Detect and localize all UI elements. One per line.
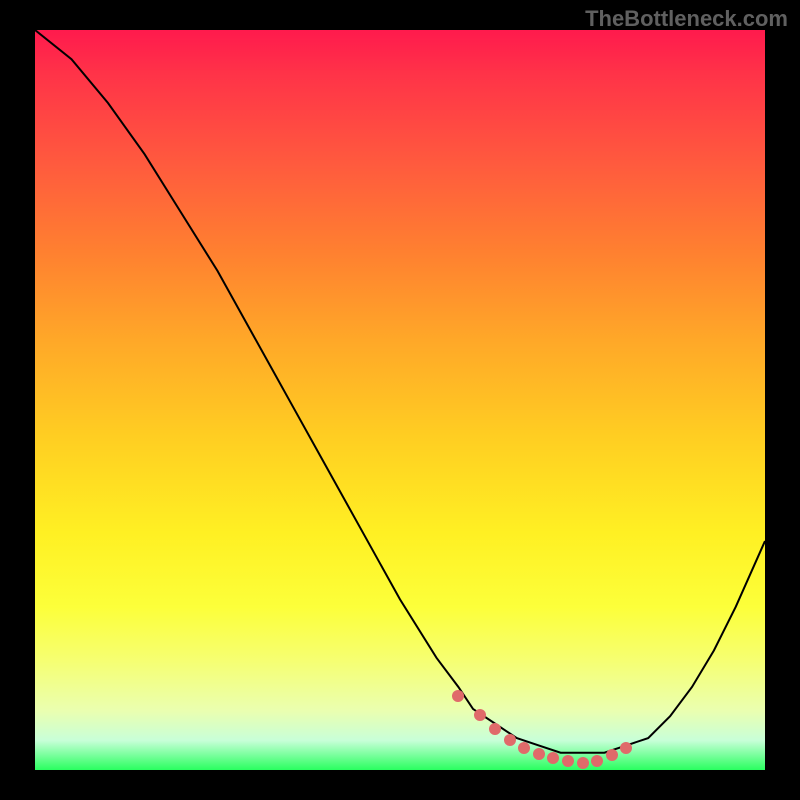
chart-area bbox=[35, 30, 765, 770]
highlight-point bbox=[489, 723, 501, 735]
highlight-point bbox=[504, 734, 516, 746]
highlight-points bbox=[35, 30, 765, 770]
highlight-point bbox=[562, 755, 574, 767]
highlight-point bbox=[533, 748, 545, 760]
highlight-point bbox=[518, 742, 530, 754]
highlight-point bbox=[606, 749, 618, 761]
highlight-point bbox=[591, 755, 603, 767]
highlight-point bbox=[577, 757, 589, 769]
highlight-point bbox=[474, 709, 486, 721]
watermark-text: TheBottleneck.com bbox=[585, 6, 788, 32]
highlight-point bbox=[620, 742, 632, 754]
highlight-point bbox=[547, 752, 559, 764]
highlight-point bbox=[452, 690, 464, 702]
